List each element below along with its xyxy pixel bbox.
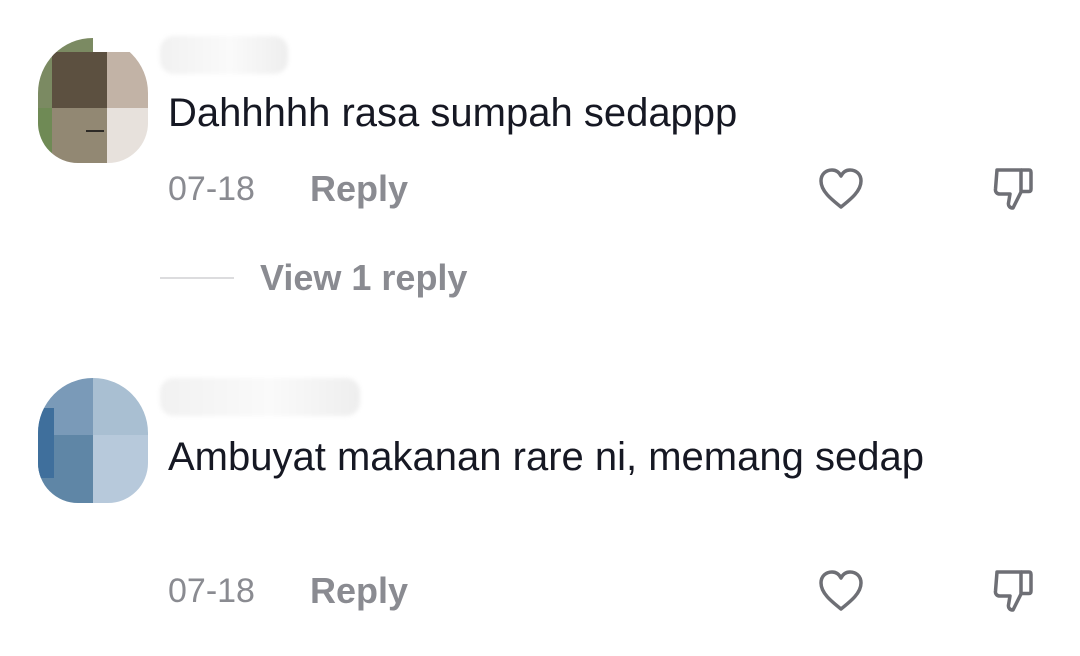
- dislike-button[interactable]: [985, 563, 1041, 619]
- like-button[interactable]: [813, 161, 869, 217]
- comment-date: 07-18: [168, 169, 255, 208]
- avatar[interactable]: [38, 378, 148, 503]
- username-redacted[interactable]: [160, 36, 288, 74]
- reply-button[interactable]: Reply: [310, 168, 408, 210]
- comment-meta: 07-18 Reply: [168, 164, 408, 214]
- view-replies-label: View 1 reply: [260, 257, 468, 298]
- avatar[interactable]: [38, 38, 148, 163]
- heart-outline-icon: [819, 168, 863, 209]
- username-redacted[interactable]: [160, 378, 360, 416]
- like-button[interactable]: [813, 563, 869, 619]
- reply-button[interactable]: Reply: [310, 570, 408, 612]
- comment-meta: 07-18 Reply: [168, 566, 408, 616]
- view-replies-link[interactable]: View 1 reply: [160, 252, 467, 304]
- comment-date: 07-18: [168, 571, 255, 610]
- replies-divider: [160, 277, 234, 279]
- comment-text: Ambuyat makanan rare ni, memang sedap: [168, 435, 924, 479]
- thumbs-down-outline-icon: [993, 570, 1033, 612]
- comment-text: Dahhhhh rasa sumpah sedappp: [168, 91, 738, 135]
- comment-item: Dahhhhh rasa sumpah sedappp 07-18 Reply …: [0, 0, 1080, 320]
- thumbs-down-outline-icon: [993, 168, 1033, 210]
- comment-item: Ambuyat makanan rare ni, memang sedap 07…: [0, 360, 1080, 656]
- dislike-button[interactable]: [985, 161, 1041, 217]
- heart-outline-icon: [819, 570, 863, 611]
